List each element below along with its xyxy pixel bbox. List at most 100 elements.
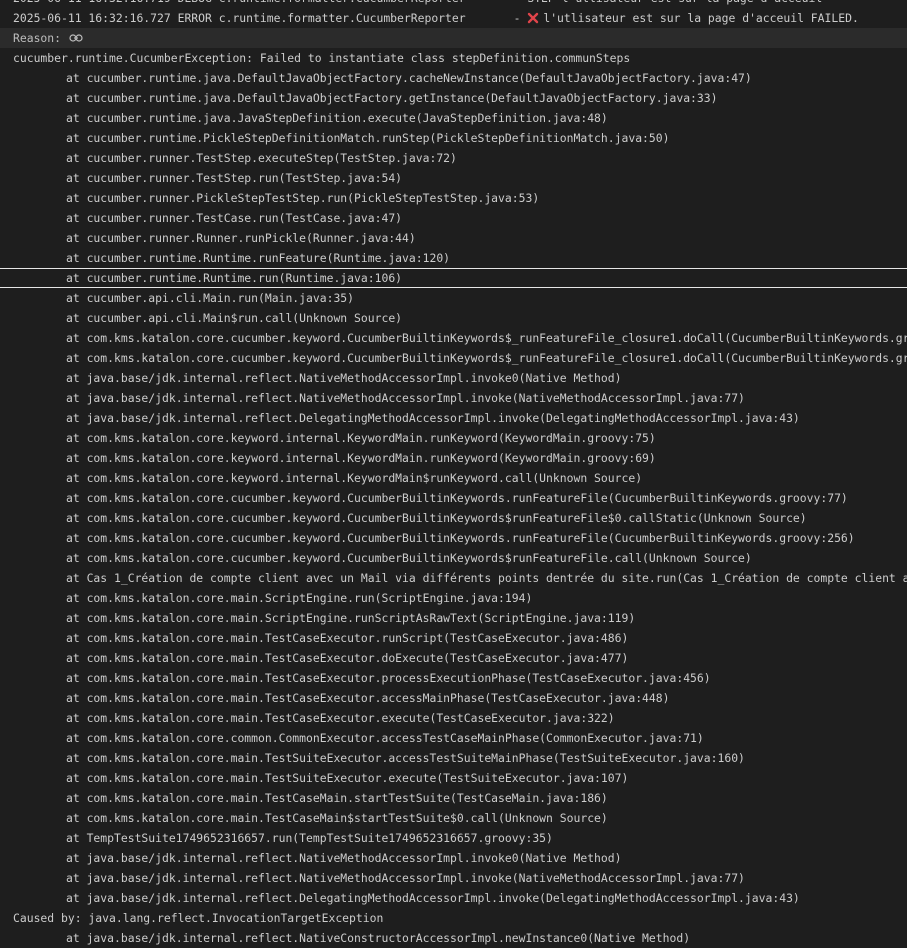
stack-frame-text: at com.kms.katalon.core.cucumber.keyword… <box>66 551 752 565</box>
stack-frame-text: at com.kms.katalon.core.keyword.internal… <box>66 431 656 445</box>
stack-frame[interactable]: at com.kms.katalon.core.keyword.internal… <box>0 448 907 468</box>
stack-frame[interactable]: at com.kms.katalon.core.main.TestCaseMai… <box>0 788 907 808</box>
stack-frame-text: at cucumber.runner.PickleStepTestStep.ru… <box>66 191 540 205</box>
stack-frame[interactable]: at java.base/jdk.internal.reflect.Delega… <box>0 888 907 908</box>
stack-frame-text: at com.kms.katalon.core.keyword.internal… <box>66 451 656 465</box>
stack-frame-text: at com.kms.katalon.core.cucumber.keyword… <box>66 511 807 525</box>
stack-frame[interactable]: at cucumber.runner.TestStep.executeStep(… <box>0 148 907 168</box>
stack-frame-text: at cucumber.runtime.java.JavaStepDefinit… <box>66 111 608 125</box>
stack-frame-text: at com.kms.katalon.core.main.TestCaseExe… <box>66 631 629 645</box>
stack-frame-text: at com.kms.katalon.core.common.CommonExe… <box>66 731 704 745</box>
stack-frame-text: at java.base/jdk.internal.reflect.Native… <box>66 391 745 405</box>
stack-frame-text: at java.base/jdk.internal.reflect.Native… <box>66 931 691 945</box>
stack-frame[interactable]: at cucumber.runtime.Runtime.runFeature(R… <box>0 248 907 268</box>
stack-frame[interactable]: at java.base/jdk.internal.reflect.Native… <box>0 928 907 948</box>
caused-stack-trace: at java.base/jdk.internal.reflect.Native… <box>0 928 907 948</box>
stack-trace: at cucumber.runtime.java.DefaultJavaObje… <box>0 68 907 908</box>
stack-frame[interactable]: at com.kms.katalon.core.main.TestCaseExe… <box>0 708 907 728</box>
stack-frame[interactable]: at cucumber.runtime.java.DefaultJavaObje… <box>0 68 907 88</box>
stack-frame-text: at cucumber.api.cli.Main.run(Main.java:3… <box>66 291 355 305</box>
log-line-debug: 2025-06-11 16:32:16.719 DEBUG c.runtime.… <box>0 0 907 8</box>
stack-frame[interactable]: at Cas 1_Création de compte client avec … <box>0 568 907 588</box>
exception-line: cucumber.runtime.CucumberException: Fail… <box>0 48 907 68</box>
stack-frame[interactable]: at java.base/jdk.internal.reflect.Native… <box>0 868 907 888</box>
stack-frame-text: at java.base/jdk.internal.reflect.Native… <box>66 871 745 885</box>
stack-frame[interactable]: at com.kms.katalon.core.main.TestCaseExe… <box>0 648 907 668</box>
stack-frame[interactable]: at java.base/jdk.internal.reflect.Native… <box>0 368 907 388</box>
log-console: 2025-06-11 16:32:16.719 DEBUG c.runtime.… <box>0 0 907 948</box>
stack-frame-text: at cucumber.runtime.PickleStepDefinition… <box>66 131 670 145</box>
log-line-text: 2025-06-11 16:32:16.727 ERROR c.runtime.… <box>13 11 528 25</box>
stack-frame[interactable]: at cucumber.api.cli.Main.run(Main.java:3… <box>0 288 907 308</box>
stack-frame[interactable]: at cucumber.runner.TestStep.run(TestStep… <box>0 168 907 188</box>
stack-frame-text: at com.kms.katalon.core.cucumber.keyword… <box>66 491 848 505</box>
stack-frame-text: at java.base/jdk.internal.reflect.Native… <box>66 851 622 865</box>
stack-frame[interactable]: at com.kms.katalon.core.main.TestCaseExe… <box>0 628 907 648</box>
stack-frame-text: at cucumber.runtime.java.DefaultJavaObje… <box>66 91 718 105</box>
red-x-icon <box>528 12 539 24</box>
stack-frame[interactable]: at java.base/jdk.internal.reflect.Native… <box>0 848 907 868</box>
stack-frame-text: at cucumber.runner.TestStep.run(TestStep… <box>66 171 403 185</box>
stack-frame-text: at com.kms.katalon.core.main.TestCaseExe… <box>66 711 615 725</box>
stack-frame[interactable]: at cucumber.runtime.java.DefaultJavaObje… <box>0 88 907 108</box>
caused-by-line: Caused by: java.lang.reflect.InvocationT… <box>0 908 907 928</box>
stack-frame-selected[interactable]: at cucumber.runtime.Runtime.run(Runtime.… <box>0 268 907 288</box>
stack-frame[interactable]: at cucumber.runner.PickleStepTestStep.ru… <box>0 188 907 208</box>
stack-frame-text: at com.kms.katalon.core.keyword.internal… <box>66 471 643 485</box>
stack-frame[interactable]: at com.kms.katalon.core.main.ScriptEngin… <box>0 608 907 628</box>
stack-frame-text: at cucumber.api.cli.Main$run.call(Unknow… <box>66 311 403 325</box>
stack-frame-text: at com.kms.katalon.core.main.TestSuiteEx… <box>66 771 629 785</box>
stack-frame[interactable]: at com.kms.katalon.core.cucumber.keyword… <box>0 508 907 528</box>
stack-frame-text: at com.kms.katalon.core.main.TestCaseExe… <box>66 651 629 665</box>
stack-frame[interactable]: at com.kms.katalon.core.cucumber.keyword… <box>0 488 907 508</box>
stack-frame[interactable]: at com.kms.katalon.core.keyword.internal… <box>0 468 907 488</box>
stack-frame[interactable]: at com.kms.katalon.core.cucumber.keyword… <box>0 548 907 568</box>
stack-frame-text: at cucumber.runtime.Runtime.run(Runtime.… <box>66 271 403 285</box>
stack-frame-text: at Cas 1_Création de compte client avec … <box>66 571 907 585</box>
error-message: l'utlisateur est sur la page d'acceuil F… <box>543 11 859 25</box>
stack-frame-text: at com.kms.katalon.core.main.TestCaseExe… <box>66 671 711 685</box>
exception-text: cucumber.runtime.CucumberException: Fail… <box>13 51 631 65</box>
stack-frame-text: at java.base/jdk.internal.reflect.Delega… <box>66 891 800 905</box>
stack-frame[interactable]: at cucumber.runner.Runner.runPickle(Runn… <box>0 228 907 248</box>
stack-frame[interactable]: at com.kms.katalon.core.main.TestSuiteEx… <box>0 768 907 788</box>
stack-frame-text: at com.kms.katalon.core.cucumber.keyword… <box>66 331 907 345</box>
stack-frame[interactable]: at com.kms.katalon.core.main.TestCaseMai… <box>0 808 907 828</box>
stack-frame[interactable]: at java.base/jdk.internal.reflect.Delega… <box>0 408 907 428</box>
stack-frame-text: at java.base/jdk.internal.reflect.Native… <box>66 371 622 385</box>
link-icon[interactable] <box>69 33 83 43</box>
stack-frame[interactable]: at TempTestSuite1749652316657.run(TempTe… <box>0 828 907 848</box>
stack-frame-text: at TempTestSuite1749652316657.run(TempTe… <box>66 831 553 845</box>
log-line-text: 2025-06-11 16:32:16.719 DEBUG c.runtime.… <box>0 0 822 8</box>
stack-frame-text: at cucumber.runtime.java.DefaultJavaObje… <box>66 71 752 85</box>
stack-frame-text: at cucumber.runtime.Runtime.runFeature(R… <box>66 251 451 265</box>
stack-frame[interactable]: at com.kms.katalon.core.common.CommonExe… <box>0 728 907 748</box>
stack-frame[interactable]: at cucumber.runtime.java.JavaStepDefinit… <box>0 108 907 128</box>
reason-label: Reason: <box>13 31 62 45</box>
stack-frame-text: at com.kms.katalon.core.cucumber.keyword… <box>66 531 855 545</box>
stack-frame-text: at com.kms.katalon.core.main.ScriptEngin… <box>66 611 636 625</box>
stack-frame-text: at cucumber.runner.TestStep.executeStep(… <box>66 151 457 165</box>
stack-frame-text: at com.kms.katalon.core.main.TestCaseMai… <box>66 791 608 805</box>
stack-frame[interactable]: at com.kms.katalon.core.main.TestCaseExe… <box>0 688 907 708</box>
stack-frame[interactable]: at com.kms.katalon.core.main.ScriptEngin… <box>0 588 907 608</box>
stack-frame-text: at com.kms.katalon.core.main.ScriptEngin… <box>66 591 533 605</box>
stack-frame-text: at cucumber.runner.TestCase.run(TestCase… <box>66 211 403 225</box>
stack-frame[interactable]: at cucumber.api.cli.Main$run.call(Unknow… <box>0 308 907 328</box>
stack-frame[interactable]: at cucumber.runtime.PickleStepDefinition… <box>0 128 907 148</box>
stack-frame-text: at cucumber.runner.Runner.runPickle(Runn… <box>66 231 416 245</box>
stack-frame-text: at java.base/jdk.internal.reflect.Delega… <box>66 411 800 425</box>
stack-frame[interactable]: at java.base/jdk.internal.reflect.Native… <box>0 388 907 408</box>
reason-row: Reason: <box>0 28 907 48</box>
caused-by-text: Caused by: java.lang.reflect.InvocationT… <box>13 911 384 925</box>
stack-frame-text: at com.kms.katalon.core.main.TestSuiteEx… <box>66 751 745 765</box>
stack-frame[interactable]: at com.kms.katalon.core.keyword.internal… <box>0 428 907 448</box>
stack-frame[interactable]: at cucumber.runner.TestCase.run(TestCase… <box>0 208 907 228</box>
stack-frame[interactable]: at com.kms.katalon.core.main.TestCaseExe… <box>0 668 907 688</box>
stack-frame[interactable]: at com.kms.katalon.core.main.TestSuiteEx… <box>0 748 907 768</box>
stack-frame[interactable]: at com.kms.katalon.core.cucumber.keyword… <box>0 528 907 548</box>
stack-frame[interactable]: at com.kms.katalon.core.cucumber.keyword… <box>0 328 907 348</box>
stack-frame-text: at com.kms.katalon.core.main.TestCaseMai… <box>66 811 608 825</box>
stack-frame[interactable]: at com.kms.katalon.core.cucumber.keyword… <box>0 348 907 368</box>
log-line-error: 2025-06-11 16:32:16.727 ERROR c.runtime.… <box>0 8 907 28</box>
